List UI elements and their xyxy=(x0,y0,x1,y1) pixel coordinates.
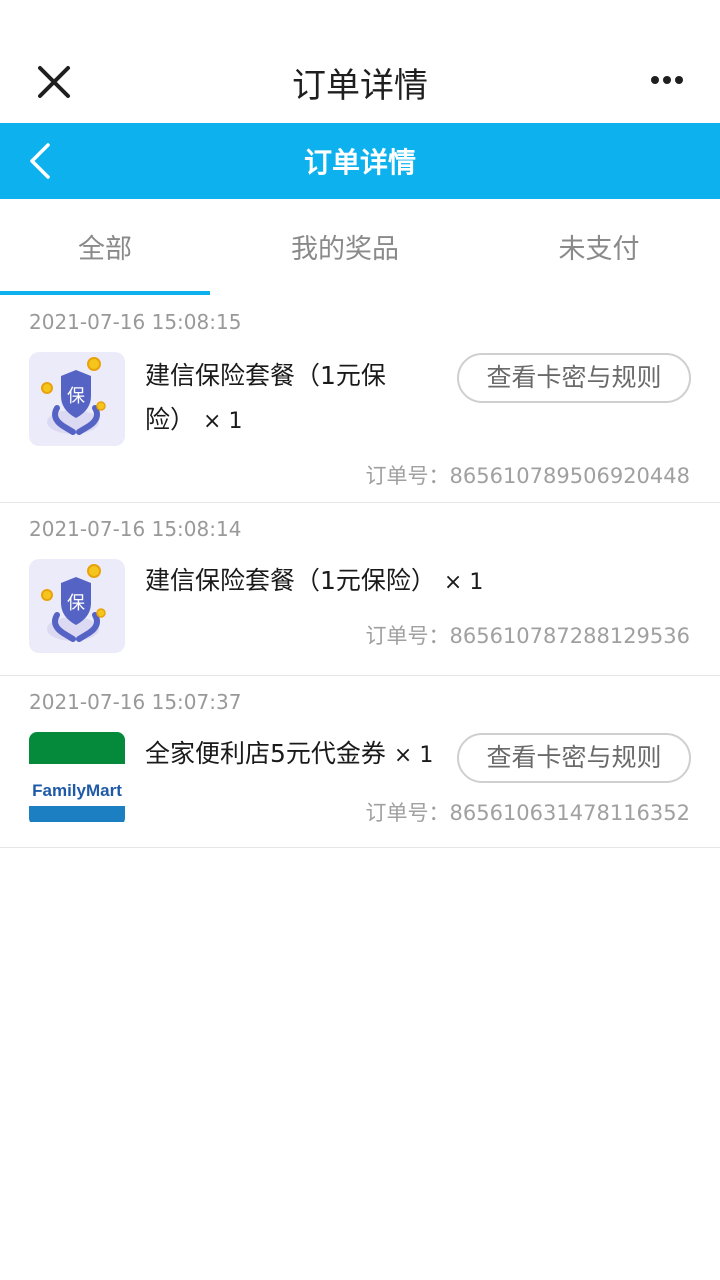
order-time: 2021-07-16 15:08:14 xyxy=(29,517,242,541)
order-item[interactable]: 2021-07-16 15:08:15 保 建信保险套餐（1元保 险） × 1 查… xyxy=(0,296,720,503)
familymart-logo: FamilyMart xyxy=(29,732,125,826)
page-title: 订单详情 xyxy=(303,146,416,179)
tab-unpaid[interactable]: 未支付 xyxy=(494,227,704,266)
order-number: 订单号：865610787288129536 xyxy=(365,624,691,648)
familymart-logo-text: FamilyMart xyxy=(32,781,122,800)
svg-text:保: 保 xyxy=(67,593,85,614)
tab-my-prizes[interactable]: 我的奖品 xyxy=(240,227,450,266)
order-qty: × 1 xyxy=(203,409,243,434)
insurance-shield-icon: 保 xyxy=(29,352,125,446)
active-tab-indicator xyxy=(0,291,210,295)
tab-bar: 全部 我的奖品 未支付 xyxy=(0,199,720,296)
order-item[interactable]: 2021-07-16 15:07:37 FamilyMart 全家便利店5元代金… xyxy=(0,676,720,848)
order-number: 订单号：865610631478116352 xyxy=(365,801,691,825)
tab-all[interactable]: 全部 xyxy=(0,227,210,266)
order-qty: × 1 xyxy=(393,743,434,768)
insurance-shield-icon: 保 xyxy=(29,559,125,653)
view-card-rules-button[interactable]: 查看卡密与规则 xyxy=(457,353,691,403)
order-title: 全家便利店5元代金券 × 1 xyxy=(145,739,434,768)
order-number: 订单号：865610789506920448 xyxy=(365,464,691,488)
order-title: 建信保险套餐（1元保险） × 1 xyxy=(145,566,484,595)
order-time: 2021-07-16 15:08:15 xyxy=(29,310,242,334)
view-card-rules-button[interactable]: 查看卡密与规则 xyxy=(457,733,691,783)
more-icon[interactable] xyxy=(650,68,684,92)
order-qty: × 1 xyxy=(443,570,484,595)
svg-text:保: 保 xyxy=(67,386,85,407)
order-title: 建信保险套餐（1元保 险） × 1 xyxy=(145,361,386,434)
order-time: 2021-07-16 15:07:37 xyxy=(29,690,242,714)
wechat-title: 订单详情 xyxy=(292,66,428,106)
wechat-nav-bar: 订单详情 xyxy=(0,0,720,123)
order-item[interactable]: 2021-07-16 15:08:14 保 建信保险套餐（1元保险） × 1 订单… xyxy=(0,503,720,676)
app-header: 订单详情 xyxy=(0,123,720,199)
